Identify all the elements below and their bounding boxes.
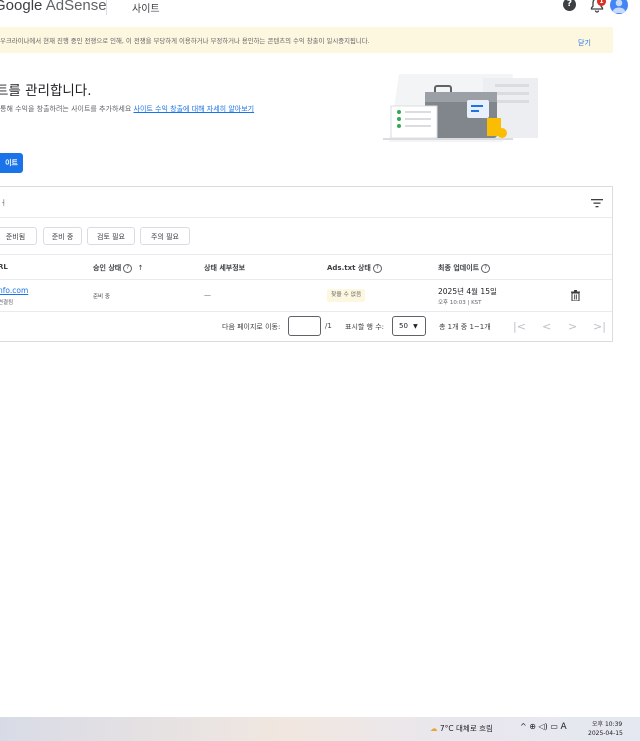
learn-more-link[interactable]: 사이트 수익 창출에 대해 자세히 알아보기 [134, 105, 255, 113]
site-connection-status: 연결됨 [0, 300, 14, 306]
rows-per-page-label: 표시할 행 수: [345, 323, 385, 331]
page-subtitle: 통해 수익을 창출하려는 사이트를 추가하세요 사이트 수익 창출에 대해 자세… [0, 104, 254, 114]
weather-text: 7°C 대체로 흐림 [439, 724, 493, 733]
column-header-ads-txt-label: Ads.txt 상태 [327, 264, 371, 272]
weather-widget[interactable]: ☁ 7°C 대체로 흐림 [430, 723, 493, 734]
filter-icon[interactable] [591, 198, 603, 208]
last-updated-date: 2025년 4월 15일 [438, 287, 497, 296]
approval-status: 준비 중 [93, 294, 110, 300]
row-divider [0, 311, 612, 312]
first-page-icon[interactable]: |< [513, 320, 526, 333]
table-search-input[interactable]: ㅓ [0, 198, 6, 208]
help-circle-icon[interactable]: ? [123, 263, 133, 273]
network-icon[interactable]: ⊕ [529, 722, 536, 731]
last-page-icon[interactable]: >| [593, 320, 606, 333]
goto-page-input[interactable] [288, 316, 321, 336]
goto-page-label: 다음 페이지로 이동: [222, 323, 281, 331]
system-tray[interactable]: ^ ⊕ ◁) ▭ A [520, 722, 567, 732]
site-url-link[interactable]: nfo.com [0, 286, 28, 295]
sites-illustration [383, 74, 538, 142]
sort-arrow-up-icon[interactable]: ↑ [138, 264, 144, 272]
total-pages: /1 [325, 322, 332, 330]
delete-icon[interactable] [571, 290, 580, 301]
filter-chip-review-needed[interactable]: 검토 필요 [87, 227, 135, 245]
header-bottom-divider [0, 279, 612, 280]
display-icon[interactable]: ▭ [550, 722, 558, 731]
help-circle-icon[interactable]: ? [372, 263, 382, 273]
speaker-icon[interactable]: ◁) [539, 722, 548, 731]
previous-page-icon[interactable]: < [542, 320, 551, 333]
pagination-summary: 총 1개 중 1~1개 [439, 323, 491, 331]
adsense-logo[interactable]: Google AdSense [0, 0, 107, 14]
next-page-icon[interactable]: > [568, 320, 577, 333]
weather-icon: ☁ [430, 724, 438, 733]
search-divider [0, 217, 612, 218]
column-header-updated[interactable]: 최종 업데이트? [438, 263, 491, 273]
header-divider [106, 0, 107, 15]
rows-per-page-value: 50 [399, 322, 408, 330]
last-updated-time: 오후 10:03 | KST [438, 300, 482, 306]
rows-per-page-select[interactable]: 50 ▼ [392, 316, 426, 336]
filter-chip-ready[interactable]: 준비됨 [0, 227, 37, 245]
column-header-approval[interactable]: 승인 상태? ↑ [93, 263, 144, 273]
banner-close-button[interactable]: 닫기 [578, 38, 591, 48]
column-header-approval-label: 승인 상태 [93, 264, 122, 272]
dropdown-arrow-icon: ▼ [413, 323, 418, 330]
help-circle-icon[interactable]: ? [481, 263, 491, 273]
ads-txt-status-badge: 찾을 수 없음 [327, 289, 366, 302]
subtitle-text: 통해 수익을 창출하려는 사이트를 추가하세요 [0, 105, 132, 113]
add-site-button[interactable]: 이트 [0, 153, 23, 173]
column-header-ads-txt[interactable]: Ads.txt 상태? [327, 263, 382, 273]
ime-indicator[interactable]: A [560, 722, 566, 732]
column-header-url[interactable]: RL [0, 263, 8, 271]
tray-chevron-up-icon[interactable]: ^ [520, 722, 527, 731]
banner-message: 우크라이나에서 현재 진행 중인 전쟁으로 인해, 이 전쟁을 부당하게 이용하… [0, 37, 370, 45]
taskbar-date[interactable]: 2025-04-15 [588, 730, 623, 737]
filter-chip-preparing[interactable]: 준비 중 [43, 227, 82, 245]
page-heading: 트를 관리합니다. [0, 83, 92, 99]
header-top-divider [0, 254, 612, 255]
column-header-details[interactable]: 상태 세부정보 [204, 263, 245, 273]
page-title: 사이트 [132, 4, 160, 15]
column-header-updated-label: 최종 업데이트 [438, 264, 480, 272]
status-details: — [204, 291, 211, 299]
filter-chip-attention-needed[interactable]: 주의 필요 [140, 227, 190, 245]
taskbar-time[interactable]: 오후 10:39 [592, 719, 622, 728]
